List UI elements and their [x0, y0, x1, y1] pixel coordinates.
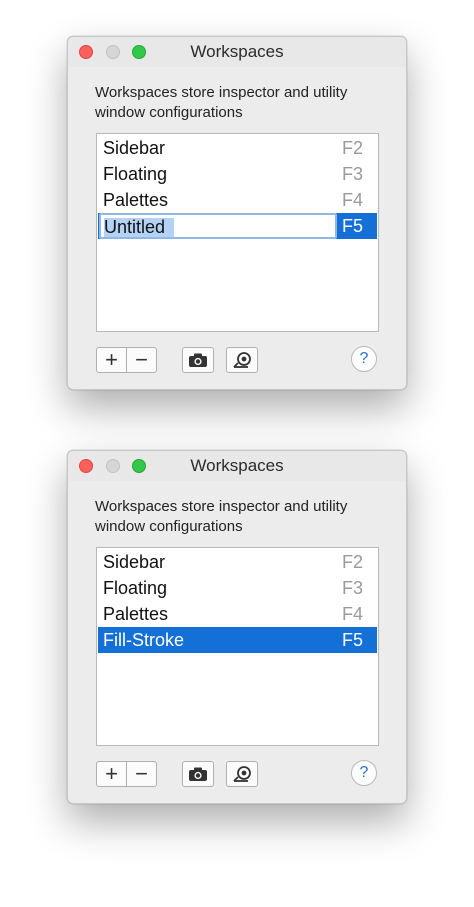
shortcut-key: F5 [341, 630, 363, 650]
workspace-list[interactable]: Sidebar F2 Floating F3 Palettes F4 F5 [96, 133, 379, 332]
workspace-name: Fill-Stroke [103, 630, 185, 650]
list-item[interactable]: Sidebar F2 [98, 549, 377, 575]
window-title: Workspaces [190, 456, 284, 475]
restore-workspace-button[interactable] [226, 347, 258, 373]
add-workspace-button[interactable]: + [96, 347, 127, 373]
shortcut-key: F5 [341, 216, 363, 236]
list-item[interactable]: Sidebar F2 [98, 135, 377, 161]
minus-icon: − [135, 761, 148, 786]
workspace-name: Floating [103, 164, 168, 184]
plus-icon: + [105, 347, 118, 372]
restore-workspace-button[interactable] [226, 761, 258, 787]
list-item-selected[interactable]: F5 [98, 213, 377, 239]
shortcut-key: F4 [341, 190, 363, 210]
workspace-name: Palettes [103, 604, 169, 624]
remove-workspace-button[interactable]: − [126, 761, 157, 787]
restore-workspace-icon [233, 352, 251, 368]
help-button[interactable]: ? [351, 760, 377, 786]
shortcut-key: F3 [341, 164, 363, 184]
list-item[interactable]: Floating F3 [98, 575, 377, 601]
capture-workspace-button[interactable] [182, 761, 214, 787]
shortcut-key: F4 [341, 604, 363, 624]
workspaces-window: Workspaces Workspaces store inspector an… [67, 450, 407, 804]
workspace-name: Sidebar [103, 552, 166, 572]
window-title: Workspaces [190, 42, 284, 61]
minus-icon: − [135, 347, 148, 372]
list-item[interactable]: Palettes F4 [98, 601, 377, 627]
restore-workspace-icon [233, 766, 251, 782]
workspaces-window-editing: Workspaces Workspaces store inspector an… [67, 36, 407, 390]
capture-workspace-button[interactable] [182, 347, 214, 373]
add-workspace-button[interactable]: + [96, 761, 127, 787]
camera-icon [189, 353, 207, 367]
plus-icon: + [105, 761, 118, 786]
shortcut-key: F2 [341, 138, 363, 158]
camera-icon [189, 767, 207, 781]
workspace-name: Palettes [103, 190, 169, 210]
workspace-list[interactable]: Sidebar F2 Floating F3 Palettes F4 Fill-… [96, 547, 379, 746]
title-bar[interactable]: Workspaces [68, 451, 406, 481]
list-item-selected[interactable]: Fill-Stroke F5 [98, 627, 377, 653]
workspace-name: Floating [103, 578, 168, 598]
remove-workspace-button[interactable]: − [126, 347, 157, 373]
list-item[interactable]: Palettes F4 [98, 187, 377, 213]
shortcut-key: F2 [341, 552, 363, 572]
shortcut-key: F3 [341, 578, 363, 598]
rename-field[interactable] [99, 213, 337, 239]
help-button[interactable]: ? [351, 346, 377, 372]
title-bar[interactable]: Workspaces [68, 37, 406, 67]
list-item[interactable]: Floating F3 [98, 161, 377, 187]
description-text: Workspaces store inspector and utility w… [95, 498, 348, 535]
description-text: Workspaces store inspector and utility w… [95, 84, 348, 121]
workspace-name: Sidebar [103, 138, 166, 158]
workspace-name-input[interactable] [104, 217, 332, 237]
